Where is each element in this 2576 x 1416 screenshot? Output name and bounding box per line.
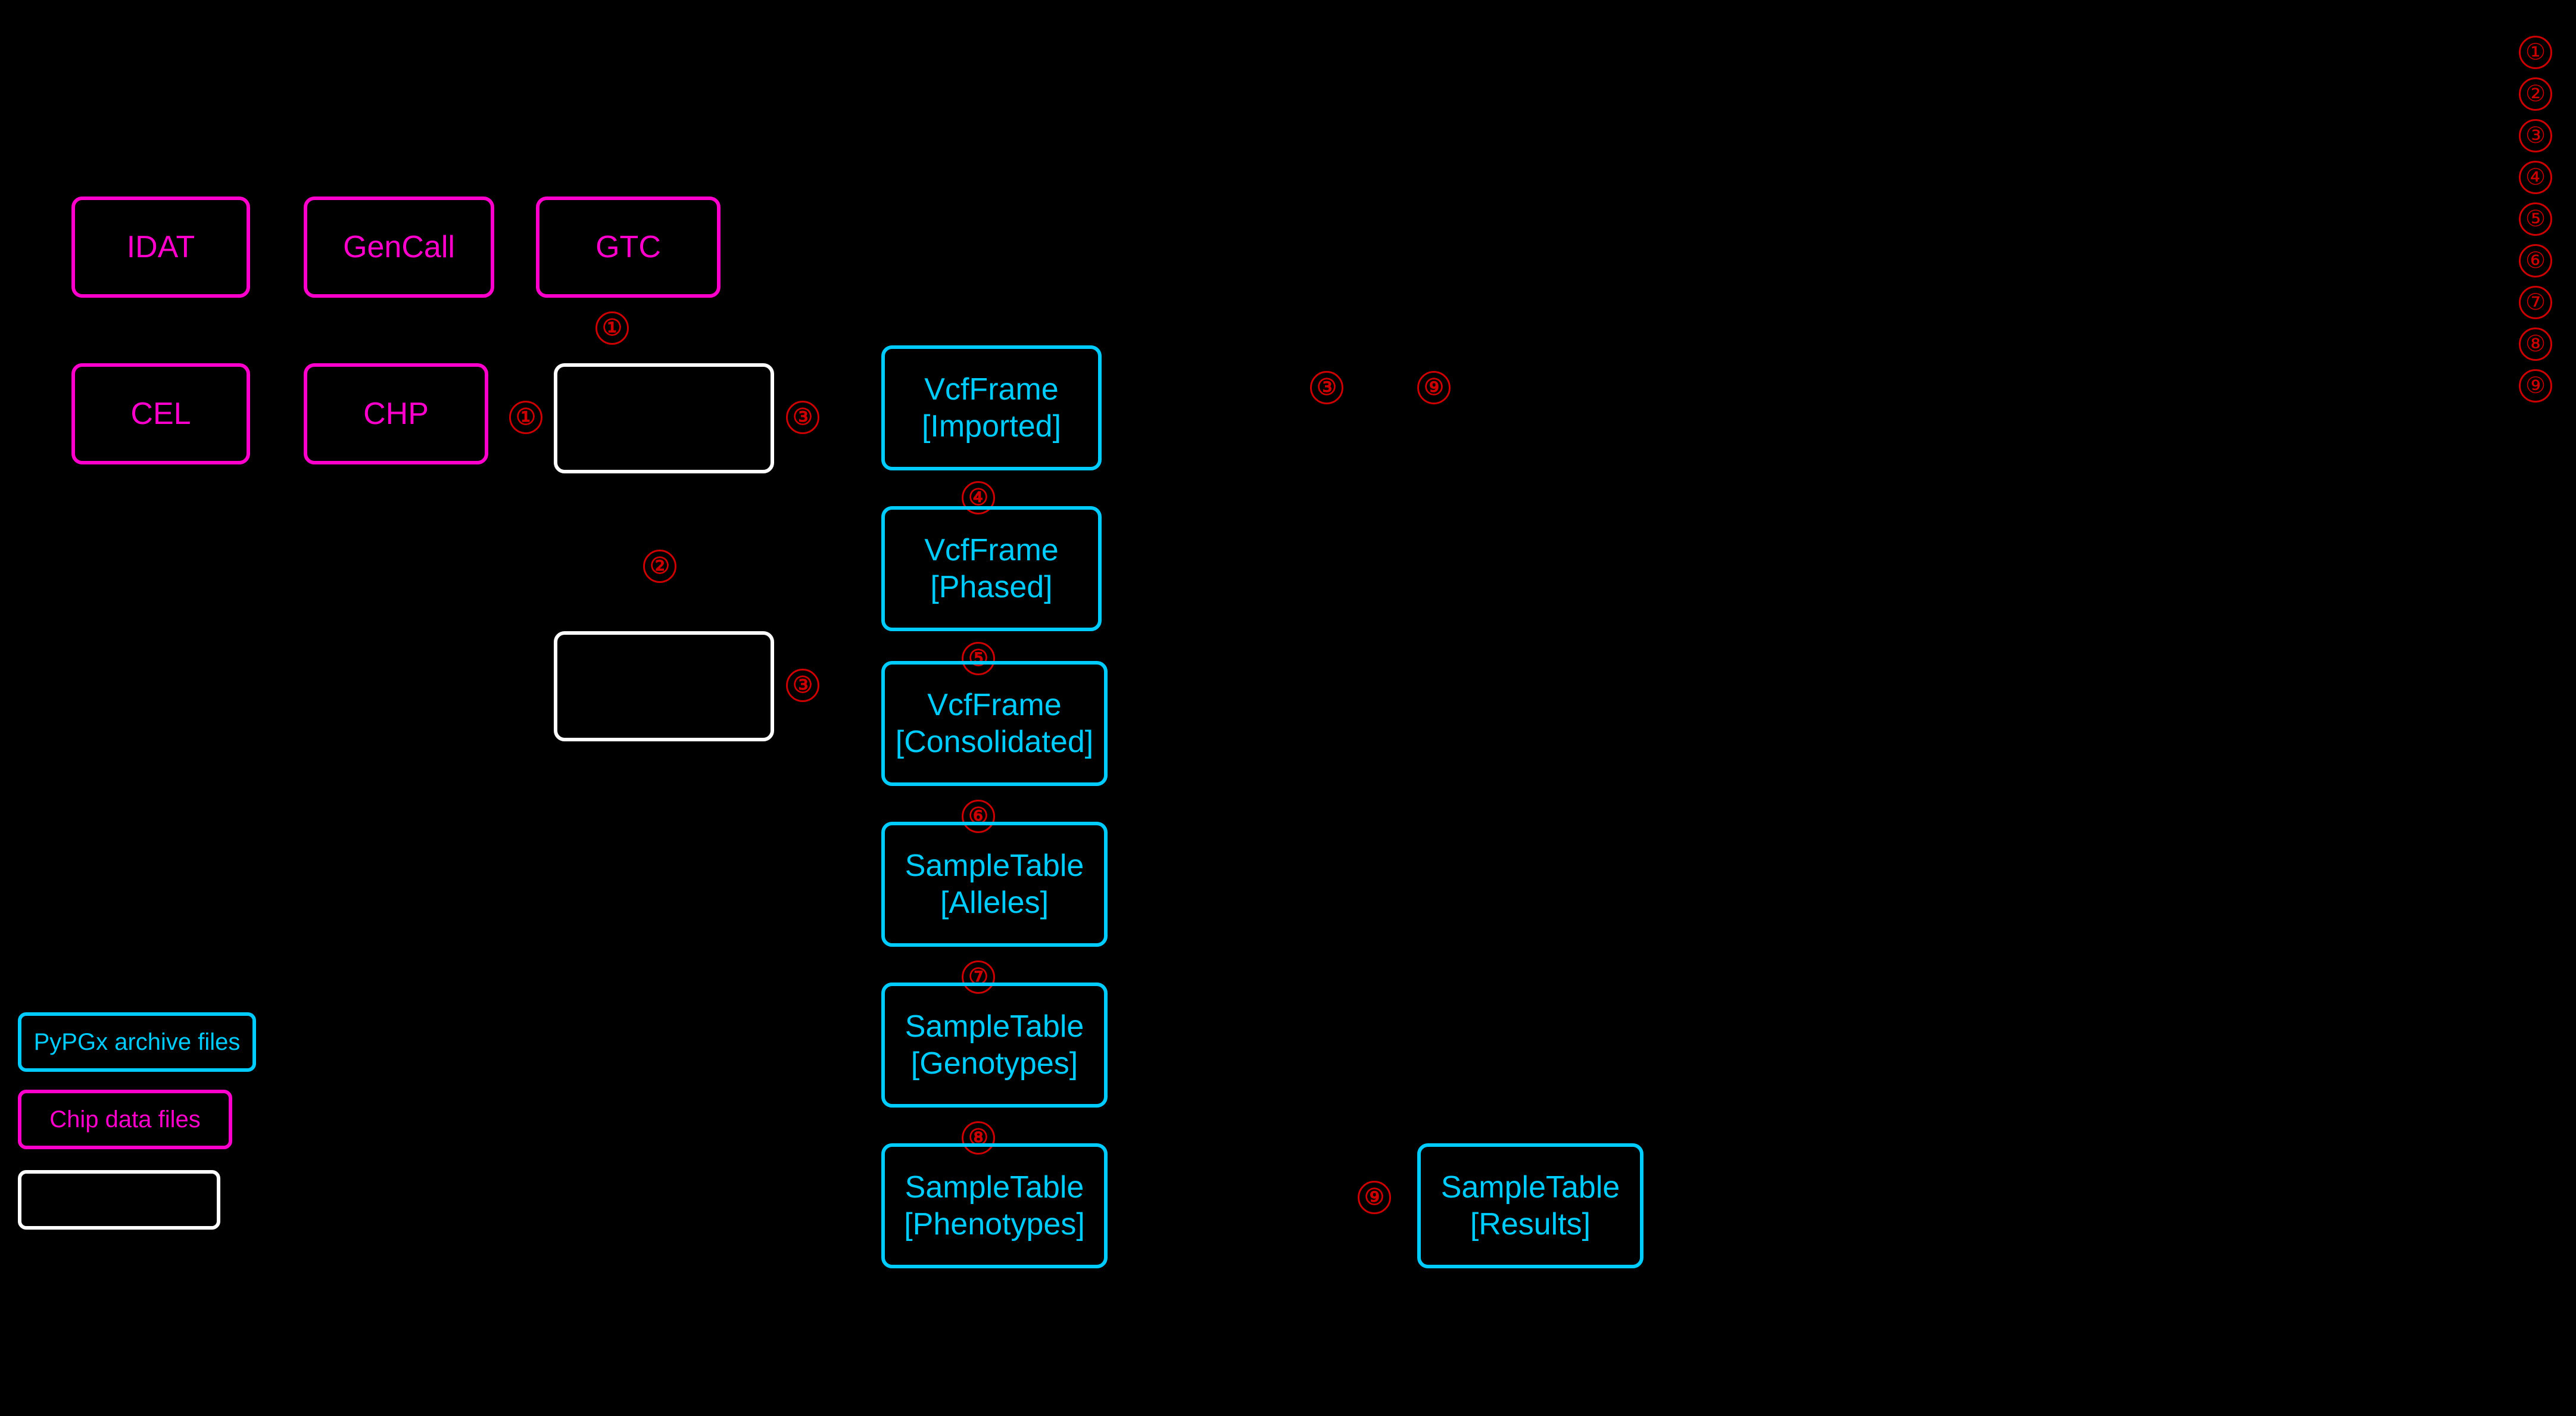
sidebar-step-6: ⑥ xyxy=(2519,244,2552,277)
legend-chip-label: Chip data files xyxy=(49,1105,200,1134)
vcf-consolidated-label: VcfFrame [Consolidated] xyxy=(896,687,1093,761)
sampletable-alleles-label: SampleTable [Alleles] xyxy=(905,847,1084,922)
circled-3-right: ③ xyxy=(1310,371,1343,404)
sampletable-results-label: SampleTable [Results] xyxy=(1441,1169,1620,1243)
circled-3-wb2: ③ xyxy=(786,669,819,702)
gtc-node: GTC xyxy=(536,197,721,298)
ann-3-right: ③ xyxy=(1310,369,1343,404)
vcf-consolidated-node: VcfFrame [Consolidated] xyxy=(881,661,1108,786)
vcf-imported-label: VcfFrame [Imported] xyxy=(922,371,1061,445)
legend-pypgx-label: PyPGx archive files xyxy=(34,1028,241,1056)
gencall-node: GenCall xyxy=(304,197,494,298)
sidebar-step-7: ⑦ xyxy=(2519,286,2552,319)
ann-9-right: ⑨ xyxy=(1417,369,1451,404)
circled-1-gtc: ① xyxy=(595,311,629,345)
ann-3-whitebox1: ③ xyxy=(786,399,819,434)
sampletable-phenotypes-node: SampleTable [Phenotypes] xyxy=(881,1143,1108,1268)
sampletable-genotypes-node: SampleTable [Genotypes] xyxy=(881,983,1108,1108)
ann-9-left: ⑨ xyxy=(1358,1179,1391,1214)
sampletable-results-node: SampleTable [Results] xyxy=(1417,1143,1643,1268)
legend-pypgx: PyPGx archive files xyxy=(18,1012,256,1072)
sampletable-genotypes-label: SampleTable [Genotypes] xyxy=(905,1008,1084,1083)
circled-1-whitebox: ① xyxy=(509,401,542,434)
sidebar-step-2: ② xyxy=(2519,77,2552,111)
sidebar-step-3: ③ xyxy=(2519,119,2552,152)
idat-label: IDAT xyxy=(127,229,195,266)
white-box-2 xyxy=(554,631,774,741)
vcf-phased-node: VcfFrame [Phased] xyxy=(881,506,1102,631)
vcf-phased-label: VcfFrame [Phased] xyxy=(924,532,1058,606)
cel-node: CEL xyxy=(71,363,250,464)
white-box-1 xyxy=(554,363,774,473)
chp-node: CHP xyxy=(304,363,488,464)
legend-plain xyxy=(18,1170,220,1230)
vcf-imported-node: VcfFrame [Imported] xyxy=(881,345,1102,470)
chp-label: CHP xyxy=(363,395,429,432)
ann-1-whitebox: ① xyxy=(509,399,542,434)
sampletable-phenotypes-label: SampleTable [Phenotypes] xyxy=(904,1169,1085,1243)
idat-node: IDAT xyxy=(71,197,250,298)
sidebar-numbers: ① ② ③ ④ ⑤ ⑥ ⑦ ⑧ ⑨ xyxy=(2519,36,2552,403)
ann-3-whitebox2: ③ xyxy=(786,667,819,702)
sidebar-step-4: ④ xyxy=(2519,161,2552,194)
ann-1-gtc: ① xyxy=(595,310,629,345)
circled-9-right: ⑨ xyxy=(1417,371,1451,404)
circled-2: ② xyxy=(643,550,676,583)
sidebar-step-5: ⑤ xyxy=(2519,202,2552,236)
ann-2: ② xyxy=(643,548,676,583)
sidebar-step-9: ⑨ xyxy=(2519,369,2552,403)
legend-chip: Chip data files xyxy=(18,1090,232,1149)
sidebar-step-8: ⑧ xyxy=(2519,328,2552,361)
circled-3-wb1: ③ xyxy=(786,401,819,434)
cel-label: CEL xyxy=(130,395,191,432)
gtc-label: GTC xyxy=(595,229,661,266)
sampletable-alleles-node: SampleTable [Alleles] xyxy=(881,822,1108,947)
circled-9-left: ⑨ xyxy=(1358,1181,1391,1214)
gencall-label: GenCall xyxy=(343,229,455,266)
sidebar-step-1: ① xyxy=(2519,36,2552,69)
